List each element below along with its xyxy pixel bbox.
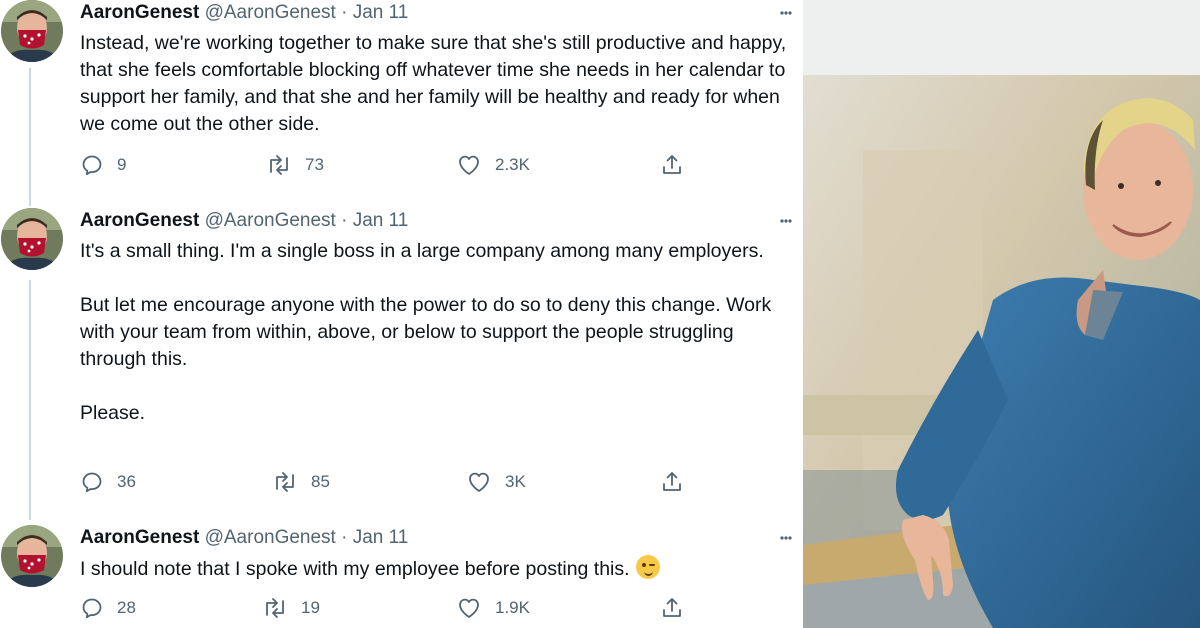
- tweet-text: I should note that I spoke with my emplo…: [80, 555, 795, 583]
- heart-icon: [469, 472, 489, 492]
- share-button[interactable]: [660, 467, 684, 497]
- avatar-image: [1, 208, 63, 270]
- like-button[interactable]: 2.3K: [456, 150, 530, 180]
- like-button[interactable]: 3K: [466, 467, 526, 497]
- more-icon[interactable]: [778, 2, 794, 22]
- author-name[interactable]: AaronGenest: [80, 527, 199, 548]
- more-icon[interactable]: [778, 210, 794, 230]
- tweet-paragraph: But let me encourage anyone with the pow…: [80, 294, 772, 370]
- retweet-icon: [270, 155, 288, 175]
- share-icon: [663, 155, 681, 174]
- separator-dot: ·: [341, 527, 348, 548]
- tweet-sentence: I should note that I spoke with my emplo…: [80, 558, 630, 580]
- author-handle[interactable]: @AaronGenest: [205, 2, 336, 23]
- tweet-header: AaronGenest @AaronGenest · Jan 11: [80, 525, 408, 551]
- tweet-thread: AaronGenest @AaronGenest · Jan 11 Instea…: [0, 0, 803, 628]
- like-button[interactable]: 1.9K: [456, 593, 530, 623]
- retweet-icon: [276, 472, 294, 492]
- reply-icon: [82, 598, 102, 619]
- author-name[interactable]: AaronGenest: [80, 2, 199, 23]
- separator-dot: ·: [341, 2, 348, 23]
- tweet-header: AaronGenest @AaronGenest · Jan 11: [80, 208, 408, 234]
- thread-line: [29, 280, 31, 520]
- like-count: 3K: [505, 472, 526, 491]
- tweet-header: AaronGenest @AaronGenest · Jan 11: [80, 0, 408, 26]
- reply-icon: [82, 472, 102, 493]
- winking-face-emoji: [635, 555, 660, 579]
- thread-line: [29, 68, 31, 206]
- retweet-button[interactable]: 73: [266, 150, 324, 180]
- reply-icon: [82, 155, 102, 176]
- tweet-paragraph: It's a small thing. I'm a single boss in…: [80, 240, 764, 262]
- reply-button[interactable]: 28: [80, 593, 136, 623]
- tweet-paragraph: Please.: [80, 402, 146, 424]
- retweet-count: 85: [311, 472, 330, 491]
- retweet-icon: [266, 598, 284, 618]
- avatar[interactable]: [1, 525, 63, 587]
- avatar-image: [1, 525, 63, 587]
- share-icon: [663, 598, 681, 617]
- tweet-date[interactable]: Jan 11: [353, 527, 409, 548]
- author-name[interactable]: AaronGenest: [80, 210, 199, 231]
- reply-count: 9: [117, 155, 127, 174]
- share-icon: [663, 472, 681, 491]
- tweet-text: It's a small thing. I'm a single boss in…: [80, 238, 795, 427]
- portrait-image: [803, 0, 1200, 628]
- reply-count: 28: [117, 598, 136, 617]
- tweet-actions: 9 73 2.3K: [80, 150, 780, 180]
- avatar-image: [1, 0, 63, 62]
- share-button[interactable]: [660, 150, 684, 180]
- retweet-count: 19: [301, 598, 320, 617]
- like-count: 1.9K: [495, 598, 530, 617]
- avatar[interactable]: [1, 208, 63, 270]
- tweet-actions: 36 85 3K: [80, 467, 780, 497]
- retweet-button[interactable]: 85: [272, 467, 330, 497]
- tweet-paragraph: Instead, we're working together to make …: [80, 32, 787, 135]
- retweet-count: 73: [305, 155, 324, 174]
- author-handle[interactable]: @AaronGenest: [205, 527, 336, 548]
- tweet-text: Instead, we're working together to make …: [80, 30, 795, 138]
- portrait-photo: [803, 0, 1200, 628]
- share-button[interactable]: [660, 593, 684, 623]
- separator-dot: ·: [341, 210, 348, 231]
- author-handle[interactable]: @AaronGenest: [205, 210, 336, 231]
- reply-button[interactable]: 36: [80, 467, 136, 497]
- reply-count: 36: [117, 472, 136, 491]
- more-icon[interactable]: [778, 527, 794, 547]
- avatar[interactable]: [1, 0, 63, 62]
- retweet-button[interactable]: 19: [262, 593, 320, 623]
- tweet-paragraph: I should note that I spoke with my emplo…: [80, 555, 795, 583]
- tweet-date[interactable]: Jan 11: [353, 2, 409, 23]
- like-count: 2.3K: [495, 155, 530, 174]
- heart-icon: [459, 598, 479, 618]
- tweet-actions: 28 19 1.9K: [80, 593, 780, 623]
- heart-icon: [459, 155, 479, 175]
- reply-button[interactable]: 9: [80, 150, 126, 180]
- tweet-date[interactable]: Jan 11: [353, 210, 409, 231]
